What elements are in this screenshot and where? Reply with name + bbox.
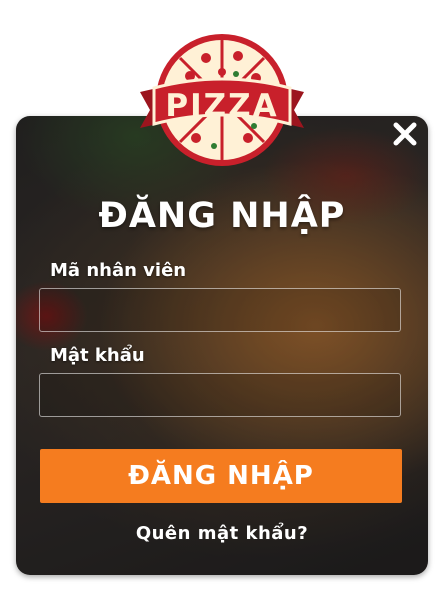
- employee-id-label: Mã nhân viên: [50, 260, 187, 281]
- password-input[interactable]: [39, 373, 401, 417]
- close-button[interactable]: [390, 119, 420, 149]
- forgot-password-link[interactable]: Quên mật khẩu?: [16, 523, 428, 544]
- page-title: ĐĂNG NHẬP: [98, 196, 346, 236]
- login-card: ĐĂNG NHẬP Mã nhân viên Mật khẩu ĐĂNG NHẬ…: [16, 116, 428, 575]
- login-panel: ĐĂNG NHẬP Mã nhân viên Mật khẩu ĐĂNG NHẬ…: [16, 116, 428, 575]
- pizza-logo: PIZZA: [140, 34, 304, 166]
- employee-id-input[interactable]: [39, 288, 401, 332]
- logo-text: PIZZA: [165, 88, 278, 124]
- password-label: Mật khẩu: [50, 345, 145, 366]
- login-button[interactable]: ĐĂNG NHẬP: [40, 449, 402, 503]
- close-icon: [393, 122, 417, 146]
